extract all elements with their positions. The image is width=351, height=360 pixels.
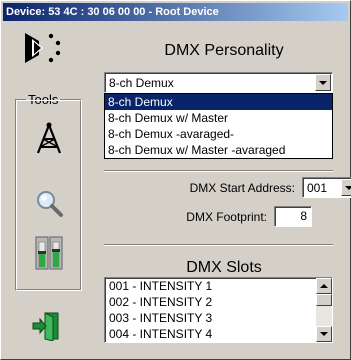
personality-option[interactable]: 8-ch Demux -avaraged- <box>105 126 332 142</box>
exit-door-icon[interactable] <box>29 309 63 343</box>
slots-scrollbar[interactable] <box>316 278 332 342</box>
personality-option[interactable]: 8-ch Demux w/ Master -avaraged <box>105 142 332 158</box>
personality-option[interactable]: 8-ch Demux <box>105 94 332 110</box>
footprint-label: DMX Footprint: <box>186 210 267 224</box>
footprint-field[interactable]: 8 <box>274 206 312 227</box>
device-logo-icon <box>23 31 69 65</box>
chevron-down-icon <box>319 80 327 85</box>
personality-select[interactable]: 8-ch Demux <box>104 72 333 93</box>
separator <box>104 244 333 246</box>
slots-heading: DMX Slots <box>186 259 262 276</box>
device-window: Device: 53 4C : 30 06 00 00 - Root Devic… <box>0 0 351 360</box>
list-item[interactable]: 002 - INTENSITY 2 <box>105 294 332 310</box>
chevron-up-icon <box>320 284 328 288</box>
list-item[interactable]: 003 - INTENSITY 3 <box>105 310 332 326</box>
scroll-down-button[interactable] <box>316 326 332 342</box>
magnifier-icon[interactable] <box>32 185 66 221</box>
list-item[interactable]: 001 - INTENSITY 1 <box>105 278 332 294</box>
start-address-label: DMX Start Address: <box>189 181 295 195</box>
start-address-dropdown-button[interactable] <box>341 179 351 196</box>
chevron-down-icon <box>345 185 351 190</box>
scroll-thumb[interactable] <box>316 294 332 306</box>
tools-label: Tools <box>26 92 61 107</box>
scroll-up-button[interactable] <box>316 278 332 294</box>
personality-selected-value: 8-ch Demux <box>109 76 174 90</box>
personality-heading: DMX Personality <box>164 42 284 59</box>
chevron-down-icon <box>320 332 328 336</box>
personality-option[interactable]: 8-ch Demux w/ Master <box>105 110 332 126</box>
start-address-value: 001 <box>307 181 328 195</box>
slots-list[interactable]: 001 - INTENSITY 1 002 - INTENSITY 2 003 … <box>104 277 333 343</box>
list-item[interactable]: 004 - INTENSITY 4 <box>105 326 332 342</box>
separator <box>104 170 333 172</box>
antenna-tower-icon[interactable] <box>32 120 66 156</box>
personality-options-list: 8-ch Demux 8-ch Demux w/ Master 8-ch Dem… <box>104 93 333 159</box>
tools-group: Tools <box>15 92 82 291</box>
level-meters-icon[interactable] <box>32 235 66 271</box>
start-address-select[interactable]: 001 <box>302 177 351 198</box>
personality-dropdown-button[interactable] <box>315 74 331 91</box>
title-bar: Device: 53 4C : 30 06 00 00 - Root Devic… <box>3 3 348 21</box>
